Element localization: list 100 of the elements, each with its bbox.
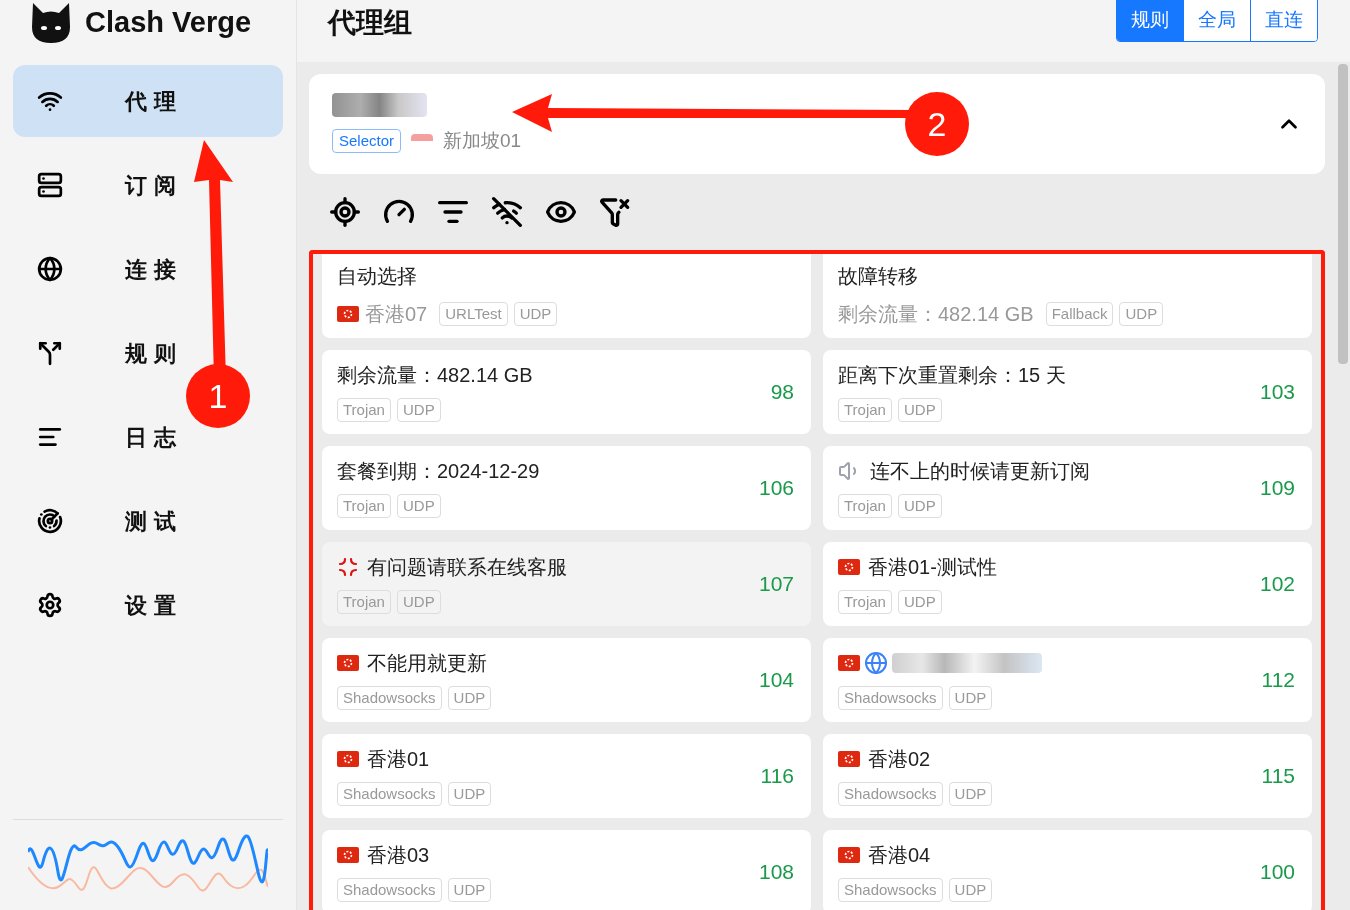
proxy-name: 连不上的时候请更新订阅 (870, 458, 1090, 484)
proxy-tag: UDP (513, 301, 558, 327)
proxy-name: 香港03 (367, 842, 430, 868)
flag-icon (838, 654, 860, 671)
proxy-detail: 剩余流量：482.14 GB (838, 302, 1034, 327)
settings-icon (37, 592, 63, 618)
proxy-name: 套餐到期：2024-12-29 (337, 458, 540, 484)
proxy-card[interactable]: 距离下次重置剩余：15 天 Trojan UDP 103 (823, 350, 1312, 434)
proxy-name: 不能用就更新 (367, 650, 487, 676)
proxy-card[interactable]: 故障转移 剩余流量：482.14 GB Fallback UDP (823, 254, 1312, 338)
proxy-name: 香港01 (367, 746, 430, 772)
proxy-tag: Shadowsocks (838, 781, 943, 807)
split-arrow-icon (37, 340, 63, 366)
proxy-name: 香港04 (868, 842, 931, 868)
proxy-tag: UDP (447, 781, 492, 807)
proxy-name: 剩余流量：482.14 GB (337, 362, 533, 388)
flag-icon (337, 654, 359, 671)
proxy-tag: UDP (396, 493, 441, 519)
proxy-tag: Trojan (337, 589, 391, 615)
proxy-card[interactable]: 香港04 Shadowsocks UDP 100 (823, 830, 1312, 910)
proxy-tag: UDP (897, 397, 942, 423)
proxy-name: 距离下次重置剩余：15 天 (838, 362, 1066, 388)
proxy-tag: Trojan (838, 589, 892, 615)
proxy-tag: UDP (447, 685, 492, 711)
locate-icon[interactable] (329, 196, 361, 228)
latency: 108 (758, 859, 794, 886)
flag-icon (838, 846, 860, 863)
sidebar-item[interactable]: 连接 (13, 233, 283, 305)
proxy-tag: Trojan (838, 397, 892, 423)
proxy-tag: UDP (948, 877, 993, 903)
proxy-name: 故障转移 (838, 264, 918, 289)
latency: 112 (1261, 667, 1295, 694)
globe-icon (864, 650, 888, 675)
proxy-card[interactable]: 连不上的时候请更新订阅 Trojan UDP 109 (823, 446, 1312, 530)
anger-symbol-icon (337, 555, 359, 578)
proxy-tag: Shadowsocks (337, 877, 442, 903)
proxy-tag: UDP (447, 877, 492, 903)
proxy-tag: UDP (1119, 301, 1164, 327)
proxy-tag: UDP (948, 685, 993, 711)
proxy-tag: Shadowsocks (337, 781, 442, 807)
radar-icon (37, 508, 63, 534)
step-number-badge: 1 (186, 364, 250, 428)
mode-tab[interactable]: 直连 (1250, 0, 1317, 41)
sidebar-item[interactable]: 设置 (13, 569, 283, 641)
proxy-tag: Fallback (1045, 301, 1114, 327)
selected-proxy: 新加坡01 (443, 128, 522, 153)
flag-icon (337, 750, 359, 767)
group-type-tag: Selector (332, 128, 402, 154)
signal-off-icon[interactable] (491, 196, 523, 228)
proxy-card[interactable]: 套餐到期：2024-12-29 Trojan UDP 106 (322, 446, 811, 530)
proxy-detail: 香港07 (365, 302, 428, 327)
proxy-tag: UDP (897, 589, 942, 615)
scrollbar[interactable] (1338, 64, 1348, 364)
filter-off-icon[interactable] (599, 196, 631, 228)
server-icon (37, 172, 63, 198)
proxy-tag: Shadowsocks (838, 877, 943, 903)
proxy-tag: UDP (396, 589, 441, 615)
proxy-tag: UDP (948, 781, 993, 807)
proxy-tag: Trojan (838, 493, 892, 519)
latency: 103 (1259, 379, 1295, 406)
sidebar-item[interactable]: 代理 (13, 65, 283, 137)
proxy-tag: UDP (396, 397, 441, 423)
latency: 109 (1259, 475, 1295, 502)
flag-icon (337, 306, 359, 322)
proxy-card[interactable]: 剩余流量：482.14 GB Trojan UDP 98 (322, 350, 811, 434)
latency: 100 (1259, 859, 1295, 886)
mode-tab[interactable]: 规则 (1117, 0, 1183, 41)
proxy-card[interactable]: 香港01 Shadowsocks UDP 116 (322, 734, 811, 818)
proxy-name: 有问题请联系在线客服 (367, 554, 567, 580)
flag-icon (337, 846, 359, 863)
proxy-tag: UDP (897, 493, 942, 519)
proxy-card[interactable]: 香港03 Shadowsocks UDP 108 (322, 830, 811, 910)
proxy-name: 自动选择 (337, 264, 417, 289)
latency: 104 (758, 667, 794, 694)
latency: 106 (758, 475, 794, 502)
proxy-card[interactable]: 有问题请联系在线客服 Trojan UDP 107 (322, 542, 811, 626)
flag-icon (838, 558, 860, 575)
proxy-card[interactable]: 自动选择 香港07 URLTest UDP (322, 254, 811, 338)
sidebar-item[interactable]: 测试 (13, 485, 283, 557)
proxy-tag: Shadowsocks (337, 685, 442, 711)
latency: 102 (1259, 571, 1295, 598)
latency: 116 (760, 763, 794, 790)
mode-tab[interactable]: 全局 (1183, 0, 1250, 41)
proxy-tag: Shadowsocks (838, 685, 943, 711)
sidebar-item[interactable]: 订阅 (13, 149, 283, 221)
page-title: 代理组 (328, 6, 412, 40)
proxy-card[interactable]: 不能用就更新 Shadowsocks UDP 104 (322, 638, 811, 722)
proxy-tag: Trojan (337, 493, 391, 519)
proxy-card[interactable]: 香港01-测试性 Trojan UDP 102 (823, 542, 1312, 626)
globe-icon (37, 256, 63, 282)
latency: 98 (770, 379, 794, 406)
proxy-name: 香港02 (868, 746, 931, 772)
proxy-tag: Trojan (337, 397, 391, 423)
proxy-card[interactable]: 香港02 Shadowsocks UDP 115 (823, 734, 1312, 818)
flag-icon (838, 750, 860, 767)
proxy-name: 香港01-测试性 (868, 554, 997, 580)
proxy-card[interactable]: Shadowsocks UDP 112 (823, 638, 1312, 722)
app-name: Clash Verge (85, 5, 252, 41)
proxy-tag: URLTest (439, 301, 508, 327)
latency: 107 (758, 571, 794, 598)
